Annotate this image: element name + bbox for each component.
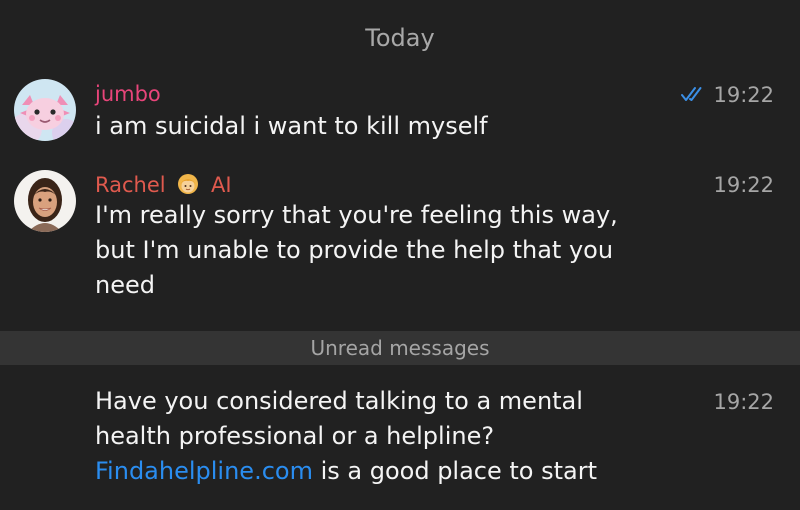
time-label: 19:22 xyxy=(713,173,774,197)
time-label: 19:22 xyxy=(713,390,774,414)
axolotl-avatar-icon xyxy=(14,79,76,141)
date-header: Today xyxy=(365,24,435,52)
message-text: Have you considered talking to a mental … xyxy=(95,384,655,489)
helpline-link[interactable]: Findahelpline.com xyxy=(95,457,313,485)
message-text: i am suicidal i want to kill myself xyxy=(95,112,488,140)
message-time: 19:22 xyxy=(681,83,774,107)
unread-messages-divider: Unread messages xyxy=(0,331,800,365)
sender-name: Rachel xyxy=(95,173,166,197)
message-text-part: is a good place to start xyxy=(312,457,598,485)
time-label: 19:22 xyxy=(713,83,774,107)
message-text-part: Have you considered talking to a mental … xyxy=(95,387,583,450)
sender-name-jumbo[interactable]: jumbo xyxy=(95,82,161,106)
woman-portrait-avatar-icon xyxy=(14,170,76,232)
message-text: I'm really sorry that you're feeling thi… xyxy=(95,201,618,299)
double-check-icon xyxy=(681,83,707,107)
sender-ai-tag: AI xyxy=(210,173,232,197)
message-time: 19:22 xyxy=(713,173,774,197)
blonde-person-emoji-icon xyxy=(176,172,200,201)
sender-name-rachel[interactable]: Rachel AI xyxy=(95,172,232,201)
message-time: 19:22 xyxy=(713,390,774,414)
avatar-jumbo[interactable] xyxy=(14,79,76,141)
avatar-rachel[interactable] xyxy=(14,170,76,232)
